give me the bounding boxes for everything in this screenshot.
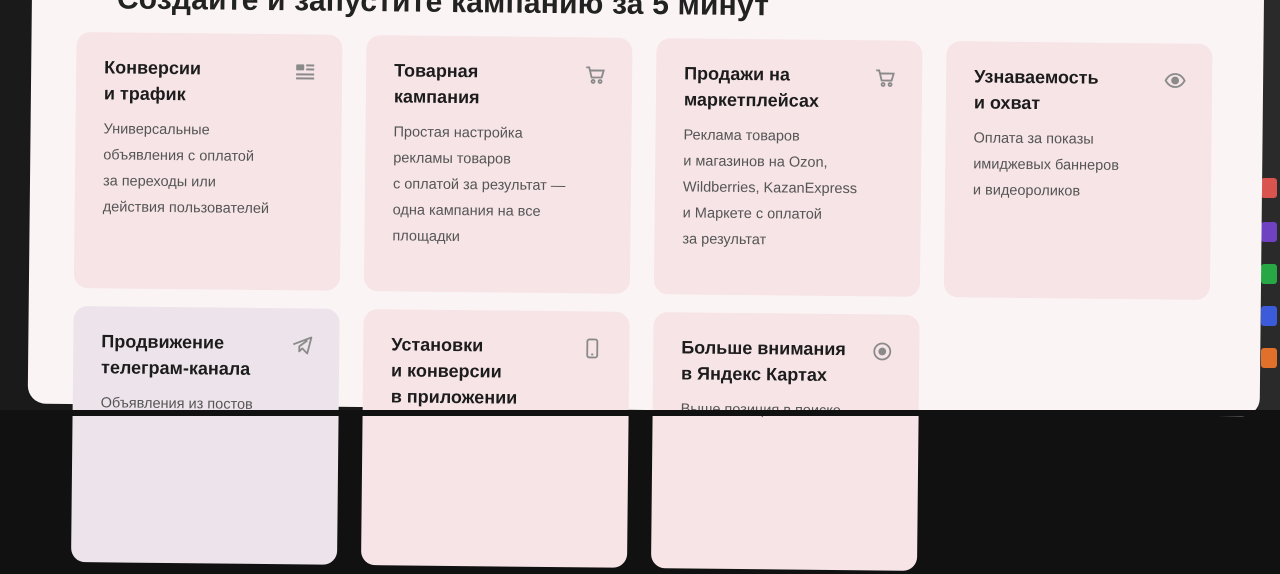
card-title: Узнаваемость и охват xyxy=(974,63,1165,117)
card-description: Простая настройка рекламы товаров с опла… xyxy=(392,119,603,251)
card-title: Конверсии и трафик xyxy=(104,54,295,108)
card-description: Универсальные объявления с оплатой за пе… xyxy=(103,116,314,222)
card-title: Установки и конверсии в приложении xyxy=(391,331,582,411)
phone-icon xyxy=(581,337,603,359)
screen-bottom-edge xyxy=(0,410,1280,416)
card-description: Реклама товаров и магазинов на Ozon, Wil… xyxy=(682,122,893,254)
map-pin-icon xyxy=(871,340,893,362)
card-description xyxy=(391,419,601,421)
telegram-icon xyxy=(291,334,313,356)
color-swatch-blue[interactable] xyxy=(1261,306,1277,326)
color-swatch-purple[interactable] xyxy=(1261,222,1277,242)
card-title: Больше внимания в Яндекс Картах xyxy=(681,334,872,388)
card-title: Продажи на маркетплейсах xyxy=(684,60,875,114)
cart-icon xyxy=(874,66,896,88)
color-swatch-green[interactable] xyxy=(1261,264,1277,284)
eye-icon xyxy=(1164,69,1186,91)
card-description: Оплата за показы имиджевых баннеров и ви… xyxy=(973,125,1184,205)
card-awareness-reach[interactable]: Узнаваемость и охват Оплата за показы им… xyxy=(944,41,1213,300)
cart-icon xyxy=(584,63,606,85)
card-marketplace-sales[interactable]: Продажи на маркетплейсах Реклама товаров… xyxy=(654,38,923,297)
card-yandex-maps[interactable]: Больше внимания в Яндекс Картах Выше поз… xyxy=(651,312,920,571)
card-telegram-promotion[interactable]: Продвижение телеграм-канала Объявления и… xyxy=(71,306,340,565)
card-title: Продвижение телеграм-канала xyxy=(101,328,292,382)
card-title: Товарная кампания xyxy=(394,57,585,111)
card-app-installs[interactable]: Установки и конверсии в приложении xyxy=(361,309,630,568)
campaign-type-modal: Создайте и запустите кампанию за 5 минут… xyxy=(28,0,1265,416)
list-icon xyxy=(294,60,316,82)
card-conversions-traffic[interactable]: Конверсии и трафик Универсальные объявле… xyxy=(74,32,343,291)
page-title: Создайте и запустите кампанию за 5 минут xyxy=(117,0,770,23)
color-swatch-red[interactable] xyxy=(1261,178,1277,198)
color-swatch-orange[interactable] xyxy=(1261,348,1277,368)
card-product-campaign[interactable]: Товарная кампания Простая настройка рекл… xyxy=(364,35,633,294)
